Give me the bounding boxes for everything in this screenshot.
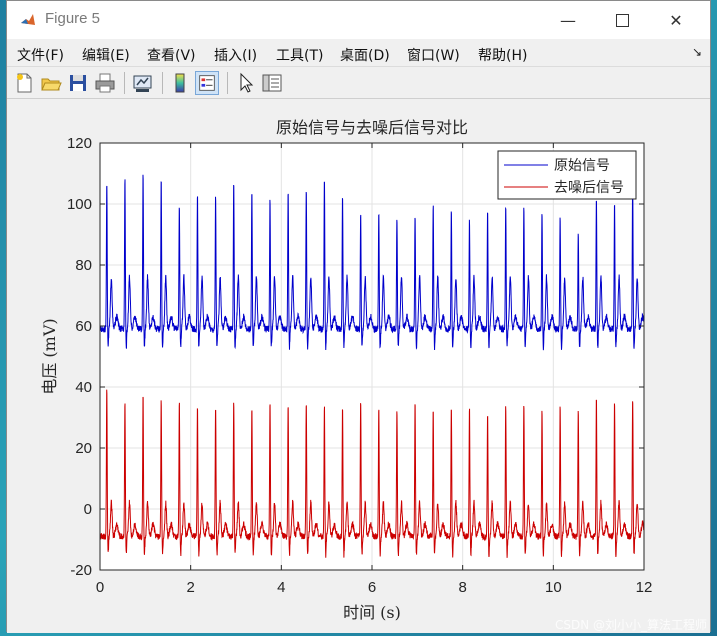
menu-tools[interactable]: 工具(T) — [276, 45, 323, 65]
minimize-button[interactable]: — — [541, 1, 595, 39]
menu-help[interactable]: 帮助(H) — [478, 45, 527, 65]
figure-window: Figure 5 — ✕ 文件(F) 编辑(E) 查看(V) 插入(I) 工具(… — [6, 0, 711, 633]
maximize-button[interactable] — [595, 1, 649, 39]
menu-insert[interactable]: 插入(I) — [214, 45, 257, 65]
toolbar-separator — [227, 72, 228, 94]
y-tick-label: 100 — [67, 196, 92, 213]
y-tick-label: 0 — [84, 501, 92, 518]
legend-label: 去噪后信号 — [554, 180, 624, 196]
menu-desktop[interactable]: 桌面(D) — [340, 45, 390, 65]
y-tick-label: 40 — [75, 379, 92, 396]
toolbar-separator — [124, 72, 125, 94]
title-bar[interactable]: Figure 5 — ✕ — [7, 1, 710, 39]
toolbar — [7, 67, 710, 99]
menu-edit[interactable]: 编辑(E) — [82, 45, 130, 65]
minimize-icon: — — [560, 10, 576, 30]
x-tick-label: 4 — [277, 579, 285, 596]
menu-window[interactable]: 窗口(W) — [407, 45, 460, 65]
y-tick-label: -20 — [70, 562, 92, 579]
close-icon: ✕ — [669, 10, 683, 30]
y-tick-label: 60 — [75, 318, 92, 335]
link-icon[interactable] — [131, 71, 155, 95]
open-file-icon[interactable] — [39, 71, 63, 95]
undock-icon[interactable]: ↘ — [692, 45, 702, 59]
x-axis-label: 时间 (s) — [343, 603, 401, 622]
y-tick-label: 120 — [67, 135, 92, 152]
line-chart[interactable]: 0 2 4 6 8 10 12-20020406080100120原始信号与去噪后信号对比时… — [7, 99, 710, 633]
y-tick-label: 80 — [75, 257, 92, 274]
x-tick-label: 8 — [458, 579, 466, 596]
save-icon[interactable] — [66, 71, 90, 95]
x-tick-label: 2 — [186, 579, 194, 596]
x-tick-label: 0 — [96, 579, 104, 596]
chart-title: 原始信号与去噪后信号对比 — [276, 118, 468, 137]
pointer-icon[interactable] — [233, 71, 257, 95]
maximize-icon — [615, 13, 629, 27]
new-figure-icon[interactable] — [12, 71, 36, 95]
legend-icon[interactable] — [195, 71, 219, 95]
menu-file[interactable]: 文件(F) — [17, 45, 64, 65]
x-tick-label: 12 — [636, 579, 653, 596]
print-icon[interactable] — [93, 71, 117, 95]
colorbar-icon[interactable] — [168, 71, 192, 95]
x-tick-label: 6 — [368, 579, 376, 596]
menu-view[interactable]: 查看(V) — [147, 45, 196, 65]
y-tick-label: 20 — [75, 440, 92, 457]
watermark-text: CSDN @刘小小_算法工程师 — [554, 618, 707, 632]
menu-bar: 文件(F) 编辑(E) 查看(V) 插入(I) 工具(T) 桌面(D) 窗口(W… — [7, 39, 710, 67]
figure-canvas[interactable]: 0 2 4 6 8 10 12 -20 0 20 40 60 80 100 120 原始信号与去噪后信号对比时… — [7, 99, 710, 633]
matlab-icon — [19, 11, 37, 29]
x-tick-label: 10 — [545, 579, 562, 596]
close-button[interactable]: ✕ — [649, 1, 703, 39]
property-inspector-icon[interactable] — [260, 71, 284, 95]
legend-label: 原始信号 — [554, 158, 610, 174]
toolbar-separator — [162, 72, 163, 94]
window-title: Figure 5 — [45, 10, 101, 27]
y-axis-label: 电压 (mV) — [40, 318, 59, 394]
